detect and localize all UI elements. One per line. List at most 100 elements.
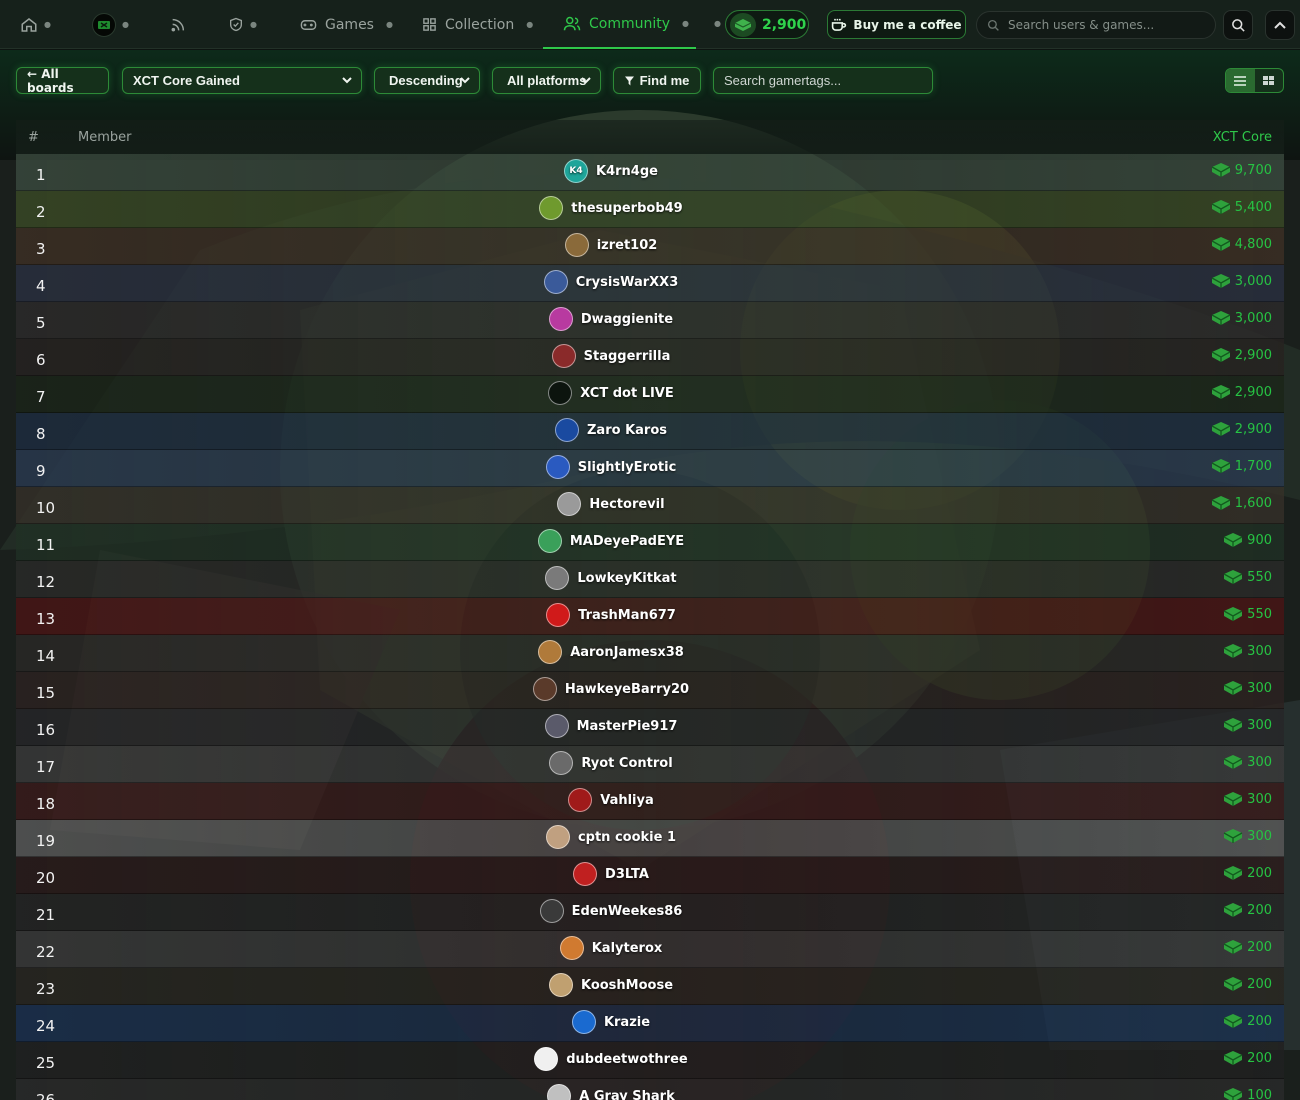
tab-community[interactable]: Community ● [543, 0, 696, 49]
buy-coffee-button[interactable]: Buy me a coffee [827, 10, 966, 39]
grid-view-button[interactable] [1255, 69, 1284, 92]
member-cell[interactable]: K4 K4rn4ge [16, 159, 1206, 183]
board-select[interactable]: XCT Core Gained [122, 67, 362, 94]
member-cell[interactable]: D3LTA [16, 862, 1206, 886]
collapse-nav-button[interactable] [1265, 10, 1295, 40]
member-cell[interactable]: Kalyterox [16, 936, 1206, 960]
member-cell[interactable]: Vahliya [16, 788, 1206, 812]
table-row[interactable]: 23 KooshMoose 200 [16, 968, 1284, 1005]
filter-funnel-icon [624, 76, 634, 85]
find-me-label: Find me [639, 73, 690, 88]
all-boards-button[interactable]: ← All boards [16, 67, 109, 95]
platform-select[interactable]: All platforms [492, 67, 601, 94]
score-value: 550 [1247, 569, 1272, 585]
site-search[interactable] [976, 11, 1216, 39]
list-view-button[interactable] [1226, 69, 1255, 92]
avatar [539, 196, 564, 220]
table-row[interactable]: 20 D3LTA 200 [16, 857, 1284, 894]
table-row[interactable]: 22 Kalyterox 200 [16, 931, 1284, 968]
gamertag: Hectorevil [589, 496, 665, 512]
member-cell[interactable]: cptn cookie 1 [16, 825, 1206, 849]
table-row[interactable]: 14 AaronJamesx38 300 [16, 635, 1284, 672]
table-row[interactable]: 16 MasterPie917 300 [16, 709, 1284, 746]
table-row[interactable]: 2 thesuperbob49 5,400 [16, 191, 1284, 228]
table-row[interactable]: 7 XCT dot LIVE 2,900 [16, 376, 1284, 413]
table-row[interactable]: 10 Hectorevil 1,600 [16, 487, 1284, 524]
member-cell[interactable]: A Gray Shark [16, 1084, 1206, 1100]
find-me-button[interactable]: Find me [613, 67, 701, 94]
avatar [548, 381, 573, 405]
member-cell[interactable]: Staggerrilla [16, 344, 1206, 368]
member-cell[interactable]: Zaro Karos [16, 418, 1206, 442]
home-icon [21, 17, 37, 32]
member-cell[interactable]: CrysisWarXX3 [16, 270, 1206, 294]
table-row[interactable]: 5 Dwaggienite 3,000 [16, 302, 1284, 339]
member-column-header[interactable]: Member [78, 130, 1213, 145]
tab-games[interactable]: Games ● [300, 0, 393, 49]
member-cell[interactable]: Dwaggienite [16, 307, 1206, 331]
score-value: 9,700 [1234, 162, 1272, 178]
gamertag-search[interactable] [713, 67, 933, 94]
sort-order-select[interactable]: Descending [374, 67, 480, 94]
xct-logo-nav[interactable]: ● [92, 0, 129, 49]
gamertag-search-input[interactable] [724, 73, 922, 88]
table-row[interactable]: 8 Zaro Karos 2,900 [16, 413, 1284, 450]
table-row[interactable]: 18 Vahliya 300 [16, 783, 1284, 820]
member-cell[interactable]: AaronJamesx38 [16, 640, 1206, 664]
table-row[interactable]: 19 cptn cookie 1 300 [16, 820, 1284, 857]
table-row[interactable]: 25 dubdeetwothree 200 [16, 1042, 1284, 1079]
member-cell[interactable]: Hectorevil [16, 492, 1206, 516]
table-row[interactable]: 1 K4 K4rn4ge 9,700 [16, 154, 1284, 191]
member-cell[interactable]: HawkeyeBarry20 [16, 677, 1206, 701]
member-cell[interactable]: KooshMoose [16, 973, 1206, 997]
home-nav[interactable]: ● [20, 0, 51, 49]
site-search-input[interactable] [1008, 18, 1198, 32]
member-cell[interactable]: izret102 [16, 233, 1206, 257]
score-column-header[interactable]: XCT Core [1213, 130, 1284, 145]
score-value: 900 [1247, 532, 1272, 548]
member-cell[interactable]: MADeyePadEYE [16, 529, 1206, 553]
table-row[interactable]: 13 TrashMan677 550 [16, 598, 1284, 635]
member-cell[interactable]: MasterPie917 [16, 714, 1206, 738]
member-cell[interactable]: XCT dot LIVE [16, 381, 1206, 405]
score-value: 200 [1247, 865, 1272, 881]
table-row[interactable]: 3 izret102 4,800 [16, 228, 1284, 265]
table-row[interactable]: 12 LowkeyKitkat 550 [16, 561, 1284, 598]
table-row[interactable]: 21 EdenWeekes86 200 [16, 894, 1284, 931]
avatar [543, 270, 568, 294]
xp-balance-badge[interactable]: 2,900 [725, 10, 809, 39]
score-cell: 300 [1223, 717, 1272, 733]
score-cell: 300 [1223, 680, 1272, 696]
score-value: 300 [1247, 828, 1272, 844]
score-value: 1,600 [1234, 495, 1272, 511]
feed-nav[interactable] [170, 0, 186, 49]
member-cell[interactable]: dubdeetwothree [16, 1047, 1206, 1071]
table-row[interactable]: 15 HawkeyeBarry20 300 [16, 672, 1284, 709]
table-row[interactable]: 6 Staggerrilla 2,900 [16, 339, 1284, 376]
gamertag: D3LTA [605, 866, 649, 882]
search-button[interactable] [1223, 10, 1253, 40]
table-row[interactable]: 4 CrysisWarXX3 3,000 [16, 265, 1284, 302]
member-cell[interactable]: thesuperbob49 [16, 196, 1206, 220]
table-row[interactable]: 26 A Gray Shark 100 [16, 1079, 1284, 1100]
table-row[interactable]: 24 Krazie 200 [16, 1005, 1284, 1042]
member-cell[interactable]: SlightlyErotic [16, 455, 1206, 479]
avatar [545, 566, 570, 590]
table-row[interactable]: 9 SlightlyErotic 1,700 [16, 450, 1284, 487]
gamertag: Krazie [603, 1014, 651, 1030]
rank-column-header[interactable]: # [16, 130, 78, 145]
table-row[interactable]: 17 Ryot Control 300 [16, 746, 1284, 783]
member-cell[interactable]: Ryot Control [16, 751, 1206, 775]
score-value: 300 [1247, 754, 1272, 770]
avatar [551, 344, 576, 368]
xct-core-icon [1211, 311, 1231, 325]
tab-collection[interactable]: Collection ● [422, 0, 533, 49]
member-cell[interactable]: EdenWeekes86 [16, 899, 1206, 923]
member-cell[interactable]: Krazie [16, 1010, 1206, 1034]
table-row[interactable]: 11 MADeyePadEYE 900 [16, 524, 1284, 561]
member-cell[interactable]: TrashMan677 [16, 603, 1206, 627]
member-cell[interactable]: LowkeyKitkat [16, 566, 1206, 590]
achievements-nav[interactable]: ● [228, 0, 257, 49]
gamertag: Zaro Karos [587, 422, 667, 438]
gamertag: CrysisWarXX3 [575, 274, 679, 290]
